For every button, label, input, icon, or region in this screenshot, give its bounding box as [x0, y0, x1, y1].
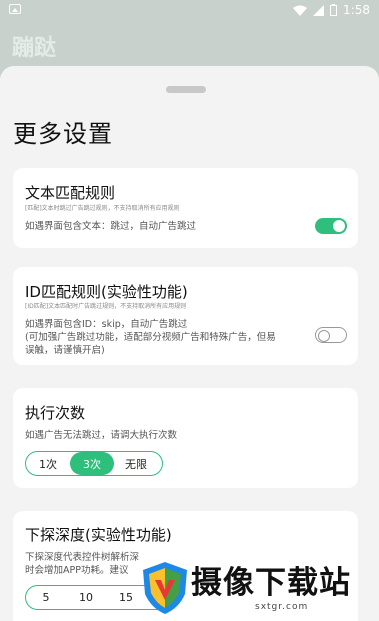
id-match-desc-line: 误触，请谨慎开启): [25, 345, 105, 356]
battery-icon: [330, 4, 338, 16]
text-match-card: 文本匹配规则 [匹配]文本时跳过广告跳过规则，不支持取消所有应用规则 如遇界面包…: [13, 168, 358, 248]
id-match-subtitle: [ID匹配]文本匹配时广告跳过规则，不支持取消所有应用规则: [25, 303, 187, 310]
id-match-toggle[interactable]: [315, 327, 347, 343]
status-time: 1:58: [343, 3, 370, 17]
exec-count-selector: 1次 3次 无限: [25, 451, 163, 476]
text-match-title: 文本匹配规则: [25, 184, 116, 202]
depth-title: 下探深度(实验性功能): [25, 526, 172, 544]
text-match-toggle[interactable]: [315, 218, 347, 234]
exec-count-title: 执行次数: [25, 404, 86, 422]
exec-count-description: 如遇广告无法跳过，请调大执行次数: [25, 430, 178, 441]
image-notification-icon: [9, 4, 21, 14]
id-match-title: ID匹配规则(实验性功能): [25, 283, 188, 301]
exec-count-option-3[interactable]: 3次: [70, 452, 114, 475]
exec-count-option-unlimited[interactable]: 无限: [114, 452, 158, 475]
watermark-logo: [143, 562, 187, 614]
sheet-drag-handle[interactable]: [166, 86, 206, 93]
depth-description: 下探深度代表控件树解析深 时会增加APP功耗。建议: [25, 551, 139, 577]
wifi-icon: [293, 5, 308, 16]
exec-count-option-1[interactable]: 1次: [26, 452, 70, 475]
background-app-title: 蹦跶: [12, 36, 57, 61]
text-match-description: 如遇界面包含文本：跳过，自动广告跳过: [25, 221, 197, 232]
more-settings-sheet: 更多设置 文本匹配规则 [匹配]文本时跳过广告跳过规则，不支持取消所有应用规则 …: [0, 66, 379, 621]
depth-desc-line: 下探深度代表控件树解析深: [25, 552, 140, 563]
id-match-desc-line: 如遇界面包含ID：skip，自动广告跳过: [25, 319, 188, 330]
watermark-text: 摄像下载站: [191, 565, 351, 601]
depth-option-10[interactable]: 10: [66, 586, 106, 609]
watermark-url: sxtgr.com: [255, 602, 309, 612]
depth-desc-line: 时会增加APP功耗。建议: [25, 565, 129, 576]
id-match-desc-line: (可加强广告跳过功能，适配部分视频广告和特殊广告，但易: [25, 332, 276, 343]
status-bar: 1:58: [0, 0, 379, 22]
id-match-card: ID匹配规则(实验性功能) [ID匹配]文本匹配时广告跳过规则，不支持取消所有应…: [13, 267, 358, 365]
signal-icon: [313, 4, 325, 16]
depth-option-5[interactable]: 5: [26, 586, 66, 609]
exec-count-card: 执行次数 如遇广告无法跳过，请调大执行次数 1次 3次 无限: [13, 388, 358, 488]
text-match-subtitle: [匹配]文本时跳过广告跳过规则，不支持取消所有应用规则: [25, 205, 180, 212]
id-match-description: 如遇界面包含ID：skip，自动广告跳过 (可加强广告跳过功能，适配部分视频广告…: [25, 318, 315, 357]
page-title: 更多设置: [13, 120, 113, 148]
